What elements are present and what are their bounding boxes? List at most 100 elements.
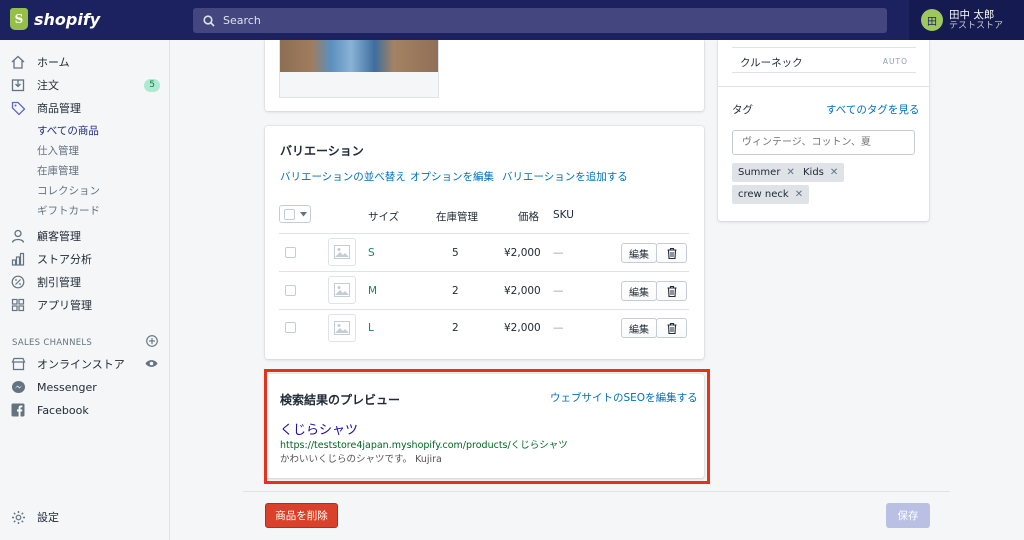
delete-variant-button[interactable] [656, 281, 687, 301]
brand-name: shopify [34, 9, 101, 29]
remove-tag-icon[interactable]: ✕ [830, 167, 838, 178]
variant-image-placeholder[interactable] [328, 238, 356, 266]
add-channel-plus-icon[interactable] [146, 335, 158, 347]
auto-label: AUTO [882, 57, 908, 66]
sidebar-item-customers[interactable]: 顧客管理 [10, 227, 160, 245]
delete-product-button[interactable]: 商品を削除 [265, 503, 338, 528]
tag-label: Kids [803, 167, 824, 178]
row-checkbox[interactable] [285, 285, 296, 296]
remove-tag-icon[interactable]: ✕ [795, 189, 803, 200]
edit-options-link[interactable]: オプションを編集 [410, 169, 494, 184]
variant-image-placeholder[interactable] [328, 314, 356, 342]
variant-sku: — [553, 285, 564, 297]
sidebar-subitem-gift-cards[interactable]: ギフトカード [37, 203, 100, 218]
sidebar-subitem-all-products[interactable]: すべての商品 [37, 123, 99, 138]
sidebar-subitem-transfers[interactable]: 仕入管理 [37, 143, 79, 158]
orders-icon [10, 77, 26, 93]
view-all-tags-link[interactable]: すべてのタグを見る [826, 102, 919, 117]
sidebar-item-label: ホーム [37, 56, 70, 69]
column-header-size: サイズ [368, 211, 400, 223]
sidebar-item-settings[interactable]: 設定 [10, 508, 160, 526]
apps-icon [10, 297, 26, 313]
store-name: テストストア [949, 20, 1004, 31]
remove-tag-icon[interactable]: ✕ [786, 167, 794, 178]
home-icon [10, 54, 26, 70]
variant-image-placeholder[interactable] [328, 276, 356, 304]
add-variant-link[interactable]: バリエーションを追加する [502, 169, 628, 184]
discount-icon [10, 274, 26, 290]
sidebar-item-label: Facebook [37, 403, 89, 417]
trash-icon [667, 322, 676, 334]
sidebar-subitem-collections[interactable]: コレクション [37, 183, 100, 198]
eye-icon[interactable] [145, 359, 158, 368]
image-placeholder-icon [334, 245, 350, 259]
variant-inventory: 2 [452, 285, 459, 297]
sidebar-item-label: Messenger [37, 380, 97, 394]
search-input[interactable] [223, 14, 823, 27]
sidebar-item-products[interactable]: 商品管理 [10, 99, 160, 117]
user-menu[interactable]: 田 田中 太郎 テストストア [909, 0, 1024, 40]
product-type-option[interactable]: クルーネック AUTO [732, 49, 916, 73]
edit-variant-button[interactable]: 編集 [621, 281, 657, 301]
product-photo-shirt [280, 40, 438, 72]
tags-input[interactable] [732, 130, 915, 155]
sidebar-channel-messenger[interactable]: Messenger [10, 378, 160, 396]
product-image[interactable] [279, 40, 439, 98]
orders-count-badge: 5 [144, 78, 160, 92]
sidebar-item-apps[interactable]: アプリ管理 [10, 296, 160, 314]
sidebar-channel-online-store[interactable]: オンラインストア [10, 355, 160, 373]
variant-size-link[interactable]: S [368, 247, 375, 259]
sidebar-item-discounts[interactable]: 割引管理 [10, 273, 160, 291]
sidebar-item-label: オンラインストア [37, 358, 125, 371]
tag-label: crew neck [738, 189, 789, 200]
search-icon [203, 14, 215, 27]
tags-title: タグ [732, 104, 753, 116]
column-header-inventory: 在庫管理 [436, 211, 478, 223]
tag-icon [10, 100, 26, 116]
tag-chip: crew neck ✕ [732, 185, 810, 204]
variant-price: ¥2,000 [504, 285, 541, 297]
highlight-box [264, 369, 710, 484]
row-checkbox[interactable] [285, 247, 296, 258]
row-checkbox[interactable] [285, 322, 296, 333]
sidebar: ホーム 注文 5 商品管理 すべての商品 仕入管理 在庫管理 コレクション ギフ… [0, 40, 170, 540]
save-button[interactable]: 保存 [886, 503, 930, 528]
search-bar[interactable] [193, 8, 887, 33]
product-type-field-top[interactable] [732, 40, 916, 48]
facebook-icon [10, 402, 26, 418]
tag-chip: Kids ✕ [797, 163, 845, 182]
sidebar-item-label: 商品管理 [37, 102, 81, 115]
user-name: 田中 太郎 [949, 8, 995, 21]
variant-price: ¥2,000 [504, 247, 541, 259]
variant-price: ¥2,000 [504, 322, 541, 334]
sidebar-item-label: 注文 [37, 79, 59, 92]
shopify-logo[interactable]: shopify [10, 8, 100, 30]
sidebar-item-label: 顧客管理 [37, 230, 81, 243]
sidebar-item-orders[interactable]: 注文 5 [10, 76, 160, 94]
trash-icon [667, 285, 676, 297]
edit-variant-button[interactable]: 編集 [621, 243, 657, 263]
delete-variant-button[interactable] [656, 318, 687, 338]
variant-size-link[interactable]: L [368, 322, 374, 334]
sidebar-item-label: 設定 [37, 511, 59, 524]
edit-variant-button[interactable]: 編集 [621, 318, 657, 338]
delete-variant-button[interactable] [656, 243, 687, 263]
select-all-checkbox[interactable] [284, 209, 295, 220]
variant-size-link[interactable]: M [368, 285, 377, 297]
image-placeholder-icon [334, 321, 350, 335]
column-header-sku: SKU [553, 209, 574, 221]
sidebar-item-home[interactable]: ホーム [10, 53, 160, 71]
sidebar-item-analytics[interactable]: ストア分析 [10, 250, 160, 268]
sidebar-subitem-inventory[interactable]: 在庫管理 [37, 163, 79, 178]
sidebar-item-label: アプリ管理 [37, 299, 92, 312]
tag-chip: Summer ✕ [732, 163, 801, 182]
store-icon [10, 356, 26, 372]
messenger-icon [10, 379, 26, 395]
variant-sku: — [553, 247, 564, 259]
tag-label: Summer [738, 167, 781, 178]
reorder-variants-link[interactable]: バリエーションの並べ替え [280, 169, 406, 184]
sidebar-channel-facebook[interactable]: Facebook [10, 401, 160, 419]
bulk-select-dropdown[interactable] [279, 205, 311, 223]
top-bar: shopify 田 田中 太郎 テストストア [0, 0, 1024, 40]
variants-title: バリエーション [280, 144, 364, 158]
